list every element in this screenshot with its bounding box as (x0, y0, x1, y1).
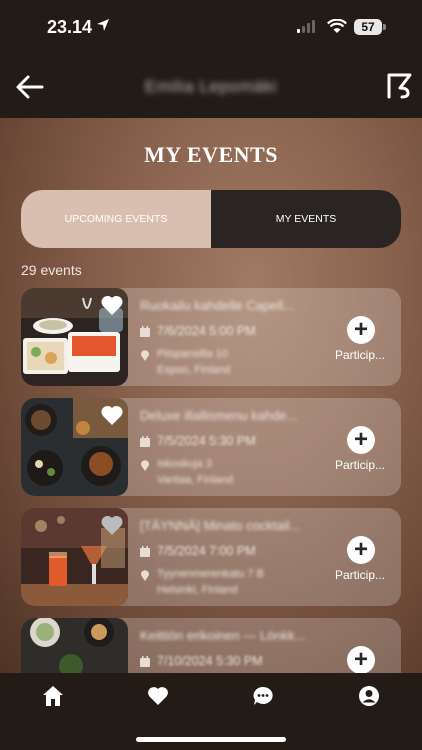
header-title: Emilia Lepomäki (144, 77, 278, 96)
event-title: Keittiön erikoinen — Lönkk... (140, 628, 306, 643)
participate-label[interactable]: Particip... (335, 458, 385, 472)
participate-plus-button[interactable]: + (347, 646, 375, 673)
battery-tip (383, 24, 386, 30)
calendar-icon (140, 436, 150, 447)
status-time: 23.14 (47, 17, 93, 37)
favorite-heart-icon[interactable] (100, 294, 124, 316)
events-segmented-control: UPCOMING EVENTS MY EVENTS (21, 190, 401, 248)
battery-indicator: 57 (354, 19, 382, 35)
event-card[interactable]: [TÄYNNÄ] Minato cocktail... 7/5/2024 7:0… (21, 508, 401, 606)
page-title: MY EVENTS (144, 142, 278, 167)
calendar-icon (140, 546, 150, 557)
event-street: Piispansilta 10 (157, 348, 228, 360)
calendar-icon (140, 656, 150, 667)
event-image (21, 618, 128, 673)
event-street: Tyynenmerenkatu 7 B (157, 568, 265, 580)
participate-label[interactable]: Particip... (335, 568, 385, 582)
event-title: Ruokailu kahdelle Capell... (140, 298, 294, 313)
tab-upcoming-events[interactable]: UPCOMING EVENTS (21, 190, 211, 248)
event-date: 7/5/2024 5:30 PM (157, 434, 256, 448)
status-bar: 23.14 57 (0, 0, 422, 55)
location-pin-icon (141, 460, 149, 471)
calendar-icon (140, 326, 150, 337)
event-city: Vantaa, Finland (157, 474, 234, 486)
favorite-heart-icon[interactable] (100, 514, 124, 536)
location-arrow-icon (97, 19, 109, 31)
cellular-signal-icon (297, 20, 315, 33)
participate-plus-button[interactable]: + (347, 316, 375, 344)
event-date: 7/5/2024 7:00 PM (157, 544, 256, 558)
event-title: [TÄYNNÄ] Minato cocktail... (140, 518, 301, 533)
participate-plus-button[interactable]: + (347, 536, 375, 564)
favorite-heart-icon[interactable] (100, 404, 124, 426)
event-street: Iskoskuja 3 (157, 458, 213, 470)
event-date: 7/6/2024 5:00 PM (157, 324, 256, 338)
home-indicator (136, 737, 286, 742)
app-header: Emilia Lepomäki (0, 55, 422, 118)
events-content: MY EVENTS UPCOMING EVENTS MY EVENTS 29 e… (0, 118, 422, 673)
profile-icon[interactable] (358, 685, 380, 707)
events-count: 29 events (21, 262, 82, 278)
participate-label[interactable]: Particip... (335, 348, 385, 362)
participate-plus-button[interactable]: + (347, 426, 375, 454)
event-city: Helsinki, Finland (157, 584, 238, 596)
location-pin-icon (141, 570, 149, 581)
chat-icon[interactable] (252, 685, 274, 707)
event-card[interactable]: Deluxe illallismenu kahde... 7/5/2024 5:… (21, 398, 401, 496)
event-date: 7/10/2024 5:30 PM (157, 654, 263, 668)
event-card[interactable]: Ruokailu kahdelle Capell... 7/6/2024 5:0… (21, 288, 401, 386)
event-card[interactable]: Keittiön erikoinen — Lönkk... 7/10/2024 … (21, 618, 401, 673)
location-pin-icon (141, 350, 149, 361)
app-logo-icon[interactable] (386, 72, 414, 100)
event-title: Deluxe illallismenu kahde... (140, 408, 298, 423)
tab-my-events[interactable]: MY EVENTS (211, 190, 401, 248)
event-city: Espoo, Finland (157, 364, 231, 376)
home-icon[interactable] (42, 685, 64, 707)
wifi-icon (327, 19, 347, 33)
heart-icon[interactable] (147, 685, 169, 707)
